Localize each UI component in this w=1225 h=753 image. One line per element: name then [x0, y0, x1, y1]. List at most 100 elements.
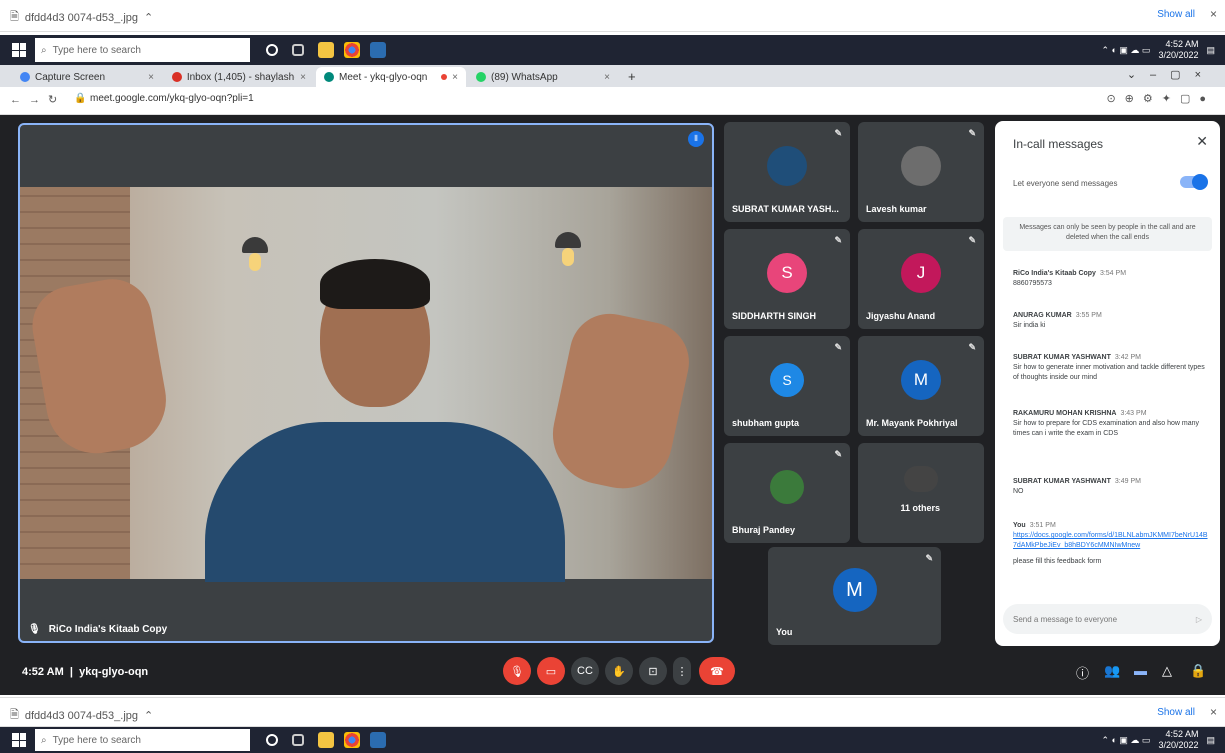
- mic-off-icon: ✎: [834, 128, 842, 138]
- participant-tile[interactable]: ✎ Bhuraj Pandey: [724, 443, 850, 543]
- app-icon[interactable]: [370, 732, 386, 748]
- message-sender: RiCo India's Kitaab Copy: [1013, 270, 1096, 277]
- self-tile[interactable]: ✎ M You: [768, 547, 941, 645]
- download-item[interactable]: 🗎 dfdd4d3 0074-d53_.jpg ⌃: [10, 8, 153, 27]
- window-controls[interactable]: ⌄–▢×: [1127, 68, 1215, 81]
- cortana-icon[interactable]: [266, 734, 278, 746]
- tab-whatsapp[interactable]: (89) WhatsApp ×: [468, 67, 618, 87]
- more-options-button[interactable]: ⋮: [673, 657, 691, 685]
- recording-dot-icon: [441, 74, 448, 80]
- new-tab-button[interactable]: +: [628, 69, 636, 84]
- mic-off-icon: ✎: [968, 128, 976, 138]
- participant-tile[interactable]: ✎ SUBRAT KUMAR YASH...: [724, 122, 850, 222]
- show-all-link[interactable]: Show all: [1157, 9, 1195, 20]
- avatar: J: [901, 253, 941, 293]
- message-time: 3:49 PM: [1114, 478, 1141, 485]
- present-button[interactable]: ⊡: [639, 657, 667, 685]
- activities-icon[interactable]: △: [1162, 663, 1172, 679]
- tray-icons[interactable]: ⌃ ◐ ▣ ☁ ▭: [1101, 735, 1150, 746]
- avatar: [770, 470, 804, 504]
- download-filename: dfdd4d3 0074-d53_.jpg: [24, 11, 139, 24]
- taskbar-search[interactable]: ⌕ Type here to search: [35, 38, 250, 62]
- chat-message: RiCo India's Kitaab Copy 3:54 PM 886079557…: [1013, 269, 1208, 289]
- close-icon[interactable]: ×: [1210, 705, 1217, 719]
- video-frame: [20, 187, 712, 582]
- app-icon[interactable]: [370, 42, 386, 58]
- send-icon[interactable]: ▷: [1196, 615, 1202, 624]
- taskbar-time: 4:52 AM: [1165, 39, 1199, 49]
- chrome-icon[interactable]: [344, 732, 360, 748]
- messages-toggle[interactable]: [1180, 174, 1208, 190]
- camera-off-button[interactable]: ▭: [537, 657, 565, 685]
- chat-message: SUBRAT KUMAR YASHWANT 3:42 PM Sir how to g…: [1013, 353, 1208, 383]
- taskbar-date: 3/20/2022: [1158, 740, 1199, 750]
- windows-start-icon[interactable]: [12, 733, 26, 747]
- participant-name: shubham gupta: [732, 418, 799, 428]
- avatar: S: [770, 363, 804, 397]
- tab-label: Capture Screen: [35, 71, 106, 83]
- nav-buttons[interactable]: ←→↻: [10, 93, 65, 106]
- participant-name: SIDDHARTH SINGH: [732, 311, 817, 321]
- whatsapp-icon: [476, 72, 486, 82]
- close-tab-icon[interactable]: ×: [300, 72, 306, 83]
- message-input[interactable]: Send a message to everyone ▷: [1003, 604, 1212, 634]
- taskbar-search-label: Type here to search: [52, 734, 141, 746]
- people-icon[interactable]: 👥: [1104, 663, 1120, 679]
- notification-icon[interactable]: ▤: [1206, 45, 1215, 56]
- mic-off-icon: ✎: [834, 342, 842, 352]
- download-item[interactable]: 🗎 dfdd4d3 0074-d53_.jpg ⌃: [10, 706, 153, 725]
- tab-gmail[interactable]: Inbox (1,405) - shaylash@gmail.com ×: [164, 67, 314, 87]
- url-field[interactable]: meet.google.com/ykq-glyo-oqn?pli=1: [90, 93, 254, 104]
- avatar: M: [901, 360, 941, 400]
- participant-tile[interactable]: ✎ S SIDDHARTH SINGH: [724, 229, 850, 329]
- extension-icons[interactable]: ⊙⊕⚙✦▢●: [1106, 92, 1215, 105]
- file-explorer-icon[interactable]: [318, 42, 334, 58]
- show-all-link[interactable]: Show all: [1157, 707, 1195, 718]
- message-text: Sir how to generate inner motivation and…: [1013, 364, 1205, 381]
- tray-icons[interactable]: ⌃ ◐ ▣ ☁ ▭: [1101, 45, 1150, 56]
- mic-icon: 🎙: [28, 624, 41, 635]
- close-tab-icon[interactable]: ×: [148, 72, 154, 83]
- mic-off-button[interactable]: 🎙: [503, 657, 531, 685]
- file-explorer-icon[interactable]: [318, 732, 334, 748]
- taskbar-search[interactable]: ⌕ Type here to search: [35, 729, 250, 751]
- feedback-form-link[interactable]: https://docs.google.com/forms/d/1BLNLabm…: [1013, 532, 1208, 549]
- participant-tile[interactable]: ✎ M Mr. Mayank Pokhriyal: [858, 336, 984, 436]
- tab-capture-screen[interactable]: Capture Screen ×: [12, 67, 162, 87]
- participant-name: Bhuraj Pandey: [732, 525, 796, 535]
- close-tab-icon[interactable]: ×: [604, 72, 610, 83]
- windows-taskbar: ⌕ Type here to search ⌃ ◐ ▣ ☁ ▭ 4:52 AM 3/2…: [0, 35, 1225, 65]
- message-time: 3:51 PM: [1029, 522, 1056, 529]
- participant-tile[interactable]: ✎ Sshubham gupta: [724, 336, 850, 436]
- address-bar: ←→↻ 🔒 meet.google.com/ykq-glyo-oqn?pli=1…: [0, 87, 1225, 115]
- chevron-up-icon[interactable]: ⌃: [144, 11, 153, 24]
- message-text: 8860795573: [1013, 280, 1052, 287]
- task-view-icon[interactable]: [292, 734, 304, 746]
- leave-call-button[interactable]: ☎: [699, 657, 735, 685]
- notification-icon[interactable]: ▤: [1206, 735, 1215, 746]
- lock-icon[interactable]: 🔒: [1190, 663, 1206, 679]
- participant-tile[interactable]: ✎ J Jigyashu Anand: [858, 229, 984, 329]
- info-icon[interactable]: ⓘ: [1076, 663, 1089, 682]
- chrome-icon[interactable]: [344, 42, 360, 58]
- main-video[interactable]: ⦀ 🎙 RiCo India's Kitaab Copy: [18, 123, 714, 643]
- tab-meet[interactable]: Meet - ykq-glyo-oqn ×: [316, 67, 466, 87]
- gmail-icon: [172, 72, 182, 82]
- close-icon[interactable]: ✕: [1196, 133, 1208, 150]
- windows-start-icon[interactable]: [12, 43, 26, 57]
- tab-favicon: [20, 72, 30, 82]
- raise-hand-button[interactable]: ✋: [605, 657, 633, 685]
- chat-icon[interactable]: ▬: [1134, 663, 1147, 678]
- hair-shape: [320, 259, 430, 309]
- task-view-icon[interactable]: [292, 44, 304, 56]
- chevron-up-icon[interactable]: ⌃: [144, 709, 153, 722]
- meet-window: ⦀ 🎙 RiCo India's Kitaab Copy ✎ SUBRAT KUMA…: [0, 115, 1225, 695]
- message-time: 3:54 PM: [1099, 270, 1127, 277]
- cortana-icon[interactable]: [266, 44, 278, 56]
- captions-button[interactable]: CC: [571, 657, 599, 685]
- close-icon[interactable]: ×: [1210, 7, 1217, 21]
- taskbar-search-label: Type here to search: [52, 44, 141, 56]
- others-tile[interactable]: 11 others: [858, 443, 984, 543]
- participant-tile[interactable]: ✎ Lavesh kumar: [858, 122, 984, 222]
- close-tab-icon[interactable]: ×: [452, 72, 458, 83]
